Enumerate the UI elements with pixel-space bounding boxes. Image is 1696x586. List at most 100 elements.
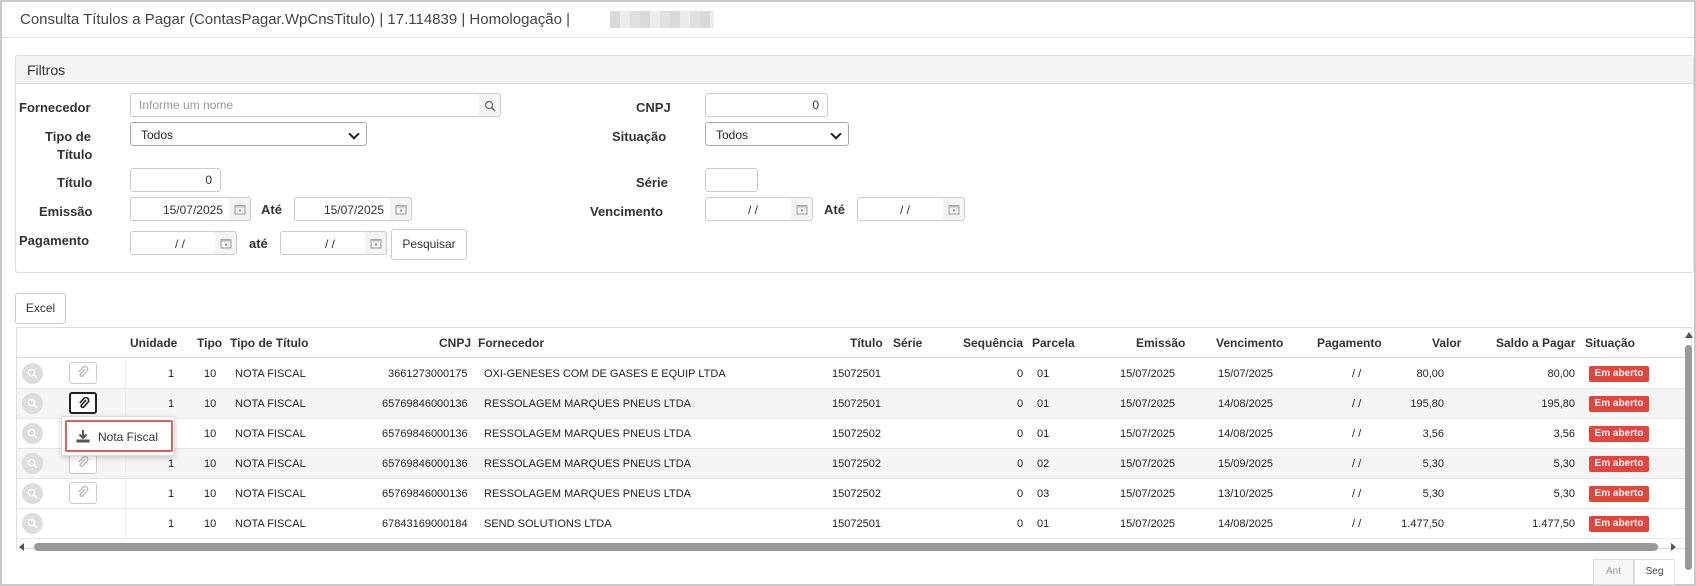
cell-cnpj: 65769846000136 <box>382 458 468 470</box>
col-sequencia[interactable]: Sequência <box>963 336 1023 350</box>
emissao-from-calendar-button[interactable] <box>229 197 251 221</box>
col-valor[interactable]: Valor <box>1432 336 1461 350</box>
table-row[interactable]: 1 10 NOTA FISCAL 65769846000136 RESSOLAG… <box>17 449 1691 479</box>
col-tipo-titulo[interactable]: Tipo de Título <box>230 336 308 350</box>
col-parcela[interactable]: Parcela <box>1032 336 1075 350</box>
cell-cnpj: 65769846000136 <box>382 428 468 440</box>
cell-sequencia: 0 <box>1017 458 1024 470</box>
vencimento-from-calendar-button[interactable] <box>791 197 813 221</box>
table-row[interactable]: 1 10 NOTA FISCAL 67843169000184 SEND SOL… <box>17 509 1691 539</box>
tipo-titulo-label-1: Tipo de <box>45 129 91 144</box>
fornecedor-search-button[interactable] <box>479 93 501 117</box>
table-row[interactable]: 1 10 NOTA FISCAL 65769846000136 RESSOLAG… <box>17 479 1691 509</box>
vencimento-to-input[interactable]: / / <box>857 197 944 221</box>
cell-parcela: 02 <box>1037 458 1050 470</box>
pagamento-from-input[interactable]: / / <box>130 231 216 255</box>
fornecedor-input[interactable]: Informe um nome <box>130 93 480 117</box>
excel-button[interactable]: Excel <box>15 293 66 324</box>
cell-tipo: 10 <box>204 518 217 530</box>
view-button[interactable] <box>22 513 43 534</box>
col-cnpj[interactable]: CNPJ <box>439 336 471 350</box>
col-fornecedor[interactable]: Fornecedor <box>478 336 544 350</box>
scroll-left-icon[interactable] <box>19 543 25 551</box>
view-button[interactable] <box>22 483 43 504</box>
col-titulo[interactable]: Título <box>850 336 883 350</box>
cell-titulo: 15072502 <box>832 428 881 440</box>
cell-fornecedor: RESSOLAGEM MARQUES PNEUS LTDA <box>484 398 692 410</box>
pager-next-button[interactable]: Seg <box>1634 559 1675 585</box>
col-serie[interactable]: Série <box>893 336 922 350</box>
cnpj-label: CNPJ <box>636 100 671 115</box>
redacted-environment <box>610 11 714 28</box>
attachment-button[interactable] <box>69 482 97 504</box>
col-pagamento[interactable]: Pagamento <box>1317 336 1382 350</box>
col-unidade[interactable]: Unidade <box>130 336 177 350</box>
cell-tipo-titulo: NOTA FISCAL <box>235 518 306 530</box>
cell-vencimento: 15/09/2025 <box>1218 458 1274 470</box>
cell-titulo: 15072502 <box>832 488 881 500</box>
page-title: Consulta Títulos a Pagar (ContasPagar.Wp… <box>20 11 571 28</box>
view-button[interactable] <box>22 363 43 384</box>
cell-titulo: 15072501 <box>832 518 881 530</box>
view-button[interactable] <box>22 393 43 414</box>
cell-tipo-titulo: NOTA FISCAL <box>235 398 306 410</box>
view-button[interactable] <box>22 423 43 444</box>
situacao-select[interactable]: Todos <box>705 122 849 146</box>
cell-valor: 5,30 <box>1422 488 1444 500</box>
cell-cnpj: 65769846000136 <box>382 488 468 500</box>
cell-unidade: 1 <box>168 368 175 380</box>
cell-unidade: 1 <box>168 518 175 530</box>
scroll-right-icon[interactable] <box>1670 543 1676 551</box>
cell-vencimento: 14/08/2025 <box>1218 398 1274 410</box>
cell-saldo: 80,00 <box>1547 368 1575 380</box>
pagamento-from-calendar-button[interactable] <box>215 231 237 255</box>
col-emissao[interactable]: Emissão <box>1136 336 1185 350</box>
attachment-button[interactable] <box>69 392 97 414</box>
cell-saldo: 3,56 <box>1553 428 1575 440</box>
cell-tipo-titulo: NOTA FISCAL <box>235 488 306 500</box>
vertical-scroll-thumb[interactable] <box>1685 345 1692 570</box>
table-row[interactable]: 1 10 NOTA FISCAL 65769846000136 RESSOLAG… <box>17 419 1691 449</box>
cell-pagamento: / / <box>1352 398 1362 410</box>
paperclip-icon <box>78 456 89 468</box>
cell-cnpj: 67843169000184 <box>382 518 468 530</box>
cnpj-input[interactable]: 0 <box>705 93 828 117</box>
pager-prev-button[interactable]: Ant <box>1593 559 1634 585</box>
pesquisar-button[interactable]: Pesquisar <box>391 229 467 260</box>
cell-saldo: 195,80 <box>1541 398 1575 410</box>
view-button[interactable] <box>22 453 43 474</box>
cell-pagamento: / / <box>1352 458 1362 470</box>
emissao-to-input[interactable]: 15/07/2025 <box>294 197 391 221</box>
col-tipo[interactable]: Tipo <box>197 336 222 350</box>
scroll-up-icon[interactable] <box>1685 332 1693 338</box>
attachment-button[interactable] <box>69 362 97 384</box>
title-bar: Consulta Títulos a Pagar (ContasPagar.Wp… <box>2 2 1694 38</box>
horizontal-scrollbar[interactable] <box>16 540 1678 554</box>
emissao-from-input[interactable]: 15/07/2025 <box>130 197 230 221</box>
col-vencimento[interactable]: Vencimento <box>1216 336 1283 350</box>
vencimento-to-calendar-button[interactable] <box>943 197 965 221</box>
vencimento-from-input[interactable]: / / <box>705 197 792 221</box>
emissao-label: Emissão <box>39 204 93 219</box>
vertical-scrollbar[interactable] <box>1683 330 1694 570</box>
cell-parcela: 01 <box>1037 428 1050 440</box>
calendar-icon <box>220 239 232 249</box>
menu-item-nota-fiscal[interactable]: Nota Fiscal <box>65 420 173 452</box>
cell-parcela: 01 <box>1037 518 1050 530</box>
search-icon <box>27 458 38 469</box>
cell-parcela: 01 <box>1037 368 1050 380</box>
table-row[interactable]: 1 10 NOTA FISCAL 65769846000136 RESSOLAG… <box>17 389 1691 419</box>
col-saldo-pagar[interactable]: Saldo a Pagar <box>1496 336 1575 350</box>
col-situacao[interactable]: Situação <box>1585 336 1635 350</box>
serie-input[interactable] <box>705 168 758 192</box>
pagamento-to-input[interactable]: / / <box>280 231 366 255</box>
table-row[interactable]: 1 10 NOTA FISCAL 3661273000175 OXI-GENES… <box>17 359 1691 389</box>
emissao-to-calendar-button[interactable] <box>390 197 412 221</box>
cell-fornecedor: SEND SOLUTIONS LTDA <box>484 518 612 530</box>
tipo-titulo-select[interactable]: Todos <box>130 122 367 146</box>
horizontal-scroll-thumb[interactable] <box>34 543 1658 551</box>
titulo-input[interactable]: 0 <box>130 168 221 192</box>
pagamento-to-calendar-button[interactable] <box>365 231 387 255</box>
serie-label: Série <box>636 175 668 190</box>
status-badge: Em aberto <box>1589 456 1649 472</box>
